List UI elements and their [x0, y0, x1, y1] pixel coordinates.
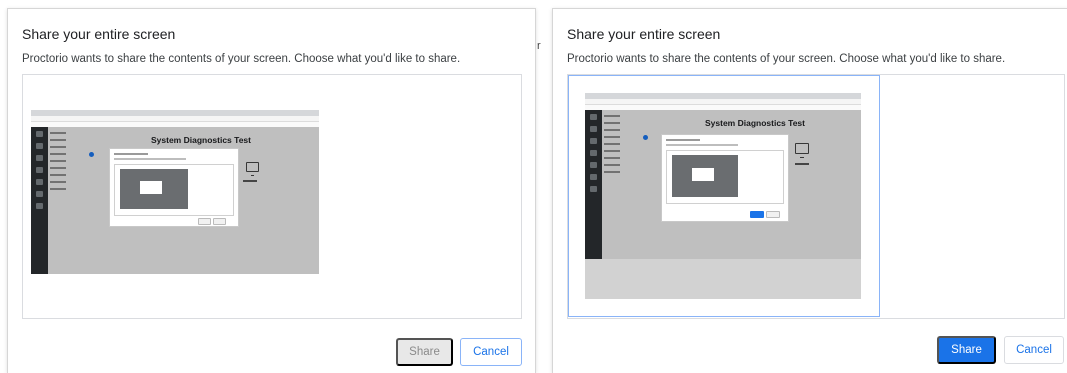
thumb-share-button: [198, 218, 211, 225]
cancel-button[interactable]: Cancel: [460, 338, 522, 366]
screen-source-panel: System Diagnostics Test: [22, 74, 522, 319]
thumb-inner-panel: [666, 150, 784, 204]
dialog-title: Share your entire screen: [567, 26, 721, 42]
thumb-share-button: [750, 211, 764, 218]
thumb-share-dialog: [109, 148, 239, 227]
screen-source-tile-selected[interactable]: System Diagnostics Test: [568, 75, 880, 317]
thumb-share-dialog: [661, 134, 789, 222]
dialog-description: Proctorio wants to share the contents of…: [22, 53, 461, 65]
dialog-title: Share your entire screen: [22, 26, 176, 42]
screen-thumbnail[interactable]: System Diagnostics Test: [31, 110, 319, 274]
thumb-inner-panel: [114, 164, 234, 216]
thumb-nested-screen: [120, 169, 188, 209]
share-screen-dialog-left: Share your entire screen Proctorio wants…: [7, 8, 536, 373]
thumb-nested-screen: [672, 155, 738, 197]
dialog-description: Proctorio wants to share the contents of…: [567, 53, 1006, 65]
share-button[interactable]: Share: [937, 336, 996, 364]
thumb-cancel-button: [766, 211, 780, 218]
screen-thumbnail[interactable]: System Diagnostics Test: [585, 93, 861, 299]
cancel-button[interactable]: Cancel: [1004, 336, 1064, 364]
screen-source-panel: System Diagnostics Test: [567, 74, 1065, 319]
background-text: r: [537, 40, 541, 52]
screen-source-tile[interactable]: System Diagnostics Test: [31, 110, 321, 276]
thumb-cancel-button: [213, 218, 226, 225]
share-button[interactable]: Share: [396, 338, 453, 366]
share-screen-dialog-right: Share your entire screen Proctorio wants…: [552, 8, 1067, 373]
